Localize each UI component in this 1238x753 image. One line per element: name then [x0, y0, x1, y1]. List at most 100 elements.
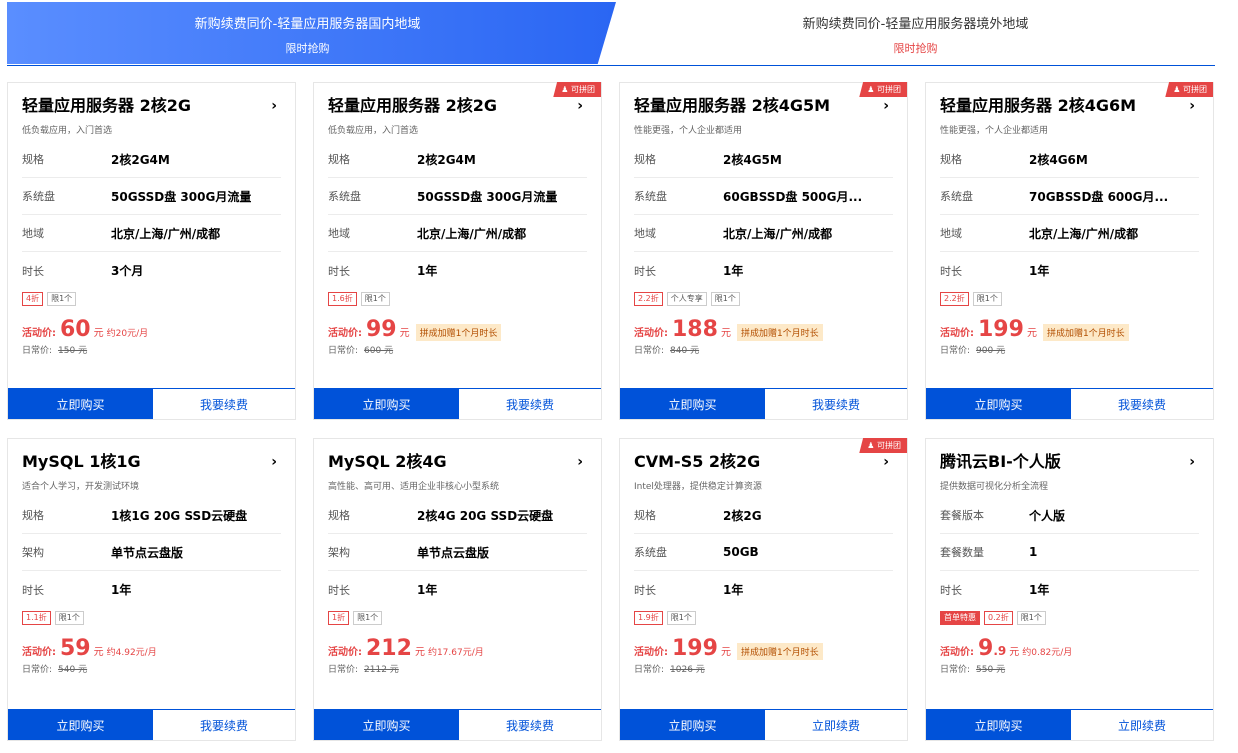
spec-row: 规格 1核1G 20G SSD云硬盘	[22, 497, 281, 534]
card-description: 低负载应用，入门首选	[328, 126, 419, 136]
regular-price-value: 550 元	[976, 665, 1006, 675]
chevron-right-icon[interactable]: ›	[577, 454, 583, 470]
card-header[interactable]: ♟ 可拼团 CVM-S5 2核2G › Intel处理器，提供稳定计算资源	[620, 438, 907, 497]
discount-tag: 1.9折	[634, 611, 663, 625]
card-header[interactable]: ♟ 可拼团 轻量应用服务器 2核4G5M › 性能更强，个人企业都适用	[620, 82, 907, 141]
spec-row: 规格 2核4G6M	[940, 141, 1199, 178]
action-bar: 立即购买 我要续费	[314, 388, 601, 419]
renew-button[interactable]: 立即续费	[765, 710, 907, 740]
renew-button[interactable]: 我要续费	[1071, 389, 1213, 419]
regular-price-value: 150 元	[58, 346, 88, 356]
chevron-right-icon[interactable]: ›	[577, 98, 583, 114]
spec-row: 时长 1年	[328, 252, 587, 289]
card-header[interactable]: ♟ 可拼团 轻量应用服务器 2核4G6M › 性能更强，个人企业都适用	[926, 82, 1213, 141]
discount-tag: 限1个	[353, 611, 383, 625]
action-bar: 立即购买 立即续费	[926, 709, 1213, 740]
buy-now-button[interactable]: 立即购买	[926, 710, 1071, 740]
chevron-right-icon[interactable]: ›	[883, 454, 889, 470]
discount-tag: 限1个	[54, 611, 84, 625]
buy-now-button[interactable]: 立即购买	[8, 710, 153, 740]
tag-list: 2.2折 个人专享 限1个	[634, 289, 893, 309]
group-buy-ribbon: ♟ 可拼团	[859, 438, 907, 453]
buy-now-button[interactable]: 立即购买	[620, 389, 765, 419]
spec-key: 时长	[634, 264, 656, 278]
discount-tag: 限1个	[710, 292, 740, 306]
renew-button[interactable]: 立即续费	[1071, 710, 1213, 740]
buy-now-button[interactable]: 立即购买	[314, 710, 459, 740]
spec-value: 北京/上海/广州/成都	[723, 226, 833, 241]
product-card: MySQL 2核4G › 高性能、高可用、适用企业非核心小型系统 规格 2核4G 2…	[313, 438, 602, 741]
card-description: 低负载应用，入门首选	[22, 126, 113, 136]
product-card: ♟ 可拼团 轻量应用服务器 2核4G5M › 性能更强，个人企业都适用 规格 2核4G…	[619, 82, 908, 420]
renew-button[interactable]: 我要续费	[459, 389, 601, 419]
spec-key: 套餐版本	[940, 509, 984, 522]
spec-value: 1年	[417, 264, 438, 278]
tag-list: 1.1折 限1个	[22, 608, 281, 628]
regular-price-value: 2112 元	[364, 665, 399, 675]
buy-now-button[interactable]: 立即购买	[8, 389, 153, 419]
spec-key: 系统盘	[22, 190, 55, 203]
spec-row: 地域 北京/上海/广州/成都	[328, 215, 587, 252]
tab-domestic[interactable]: 新购续费同价-轻量应用服务器国内地域 限时抢购	[7, 2, 616, 64]
regular-price: 日常价: 550 元	[940, 665, 1006, 675]
card-header[interactable]: MySQL 1核1G › 适合个人学习，开发测试环境	[8, 439, 295, 497]
tab-overseas[interactable]: 新购续费同价-轻量应用服务器境外地域 限时抢购	[616, 2, 1215, 64]
monthly-price: 约17.67元/月	[427, 648, 484, 658]
regular-price-value: 540 元	[58, 665, 88, 675]
regular-price: 日常价: 900 元	[940, 346, 1006, 356]
regular-price-value: 900 元	[976, 346, 1006, 356]
spec-key: 规格	[634, 509, 656, 522]
spec-key: 时长	[22, 264, 44, 278]
spec-value: 单节点云盘版	[417, 545, 490, 560]
spec-key: 地域	[22, 227, 44, 240]
activity-price: 活动价: 60 元约20元/月	[22, 317, 281, 342]
buy-now-button[interactable]: 立即购买	[620, 710, 765, 740]
spec-row: 规格 2核2G4M	[22, 141, 281, 178]
price-value: 212	[366, 636, 412, 661]
activity-price: 活动价: 9.9 元约0.82元/月	[940, 636, 1199, 661]
price-unit: 元	[720, 328, 731, 339]
buy-now-button[interactable]: 立即购买	[926, 389, 1071, 419]
activity-price: 活动价: 199 元拼成加赠1个月时长	[634, 636, 893, 661]
card-header[interactable]: MySQL 2核4G › 高性能、高可用、适用企业非核心小型系统	[314, 439, 601, 497]
monthly-price: 约0.82元/月	[1022, 648, 1073, 658]
spec-value: 60GBSSD盘 500G月...	[723, 189, 863, 204]
renew-button[interactable]: 我要续费	[459, 710, 601, 740]
spec-row: 系统盘 50GSSD盘 300G月流量	[328, 178, 587, 215]
chevron-right-icon[interactable]: ›	[271, 98, 277, 114]
product-card: MySQL 1核1G › 适合个人学习，开发测试环境 规格 1核1G 20G SSD…	[7, 438, 296, 741]
spec-row: 地域 北京/上海/广州/成都	[940, 215, 1199, 252]
discount-tag: 限1个	[972, 292, 1002, 306]
discount-tag: 4折	[22, 292, 44, 306]
card-title: 轻量应用服务器 2核4G6M	[940, 96, 1137, 115]
renew-button[interactable]: 我要续费	[153, 389, 295, 419]
renew-button[interactable]: 我要续费	[765, 389, 907, 419]
buy-now-button[interactable]: 立即购买	[314, 389, 459, 419]
renew-button[interactable]: 我要续费	[153, 710, 295, 740]
discount-tag: 首单特惠	[940, 611, 980, 625]
card-header[interactable]: 轻量应用服务器 2核2G › 低负载应用，入门首选	[8, 83, 295, 141]
chevron-right-icon[interactable]: ›	[883, 98, 889, 114]
chevron-right-icon[interactable]: ›	[1189, 98, 1195, 114]
price-unit: 元	[399, 328, 410, 339]
spec-row: 套餐版本 个人版	[940, 497, 1199, 534]
promo-badge: 拼成加赠1个月时长	[1042, 324, 1129, 341]
spec-value: 1年	[1029, 583, 1050, 597]
price-label: 活动价:	[634, 328, 668, 339]
spec-value: 北京/上海/广州/成都	[1029, 226, 1139, 241]
spec-value: 1年	[723, 583, 744, 597]
price-unit: 元	[720, 647, 731, 658]
chevron-right-icon[interactable]: ›	[1189, 454, 1195, 470]
spec-value: 1	[1029, 545, 1038, 559]
chevron-right-icon[interactable]: ›	[271, 454, 277, 470]
price-label: 活动价:	[328, 647, 362, 658]
price-label: 活动价:	[940, 328, 974, 339]
action-bar: 立即购买 我要续费	[8, 709, 295, 740]
price-label: 活动价:	[328, 328, 362, 339]
card-header[interactable]: ♟ 可拼团 轻量应用服务器 2核2G › 低负载应用，入门首选	[314, 82, 601, 141]
card-header[interactable]: 腾讯云BI-个人版 › 提供数据可视化分析全流程	[926, 439, 1213, 497]
spec-key: 时长	[940, 583, 962, 597]
spec-value: 1年	[111, 583, 132, 597]
region-tabs: 新购续费同价-轻量应用服务器国内地域 限时抢购 新购续费同价-轻量应用服务器境外…	[7, 2, 1215, 66]
card-title: 轻量应用服务器 2核2G	[328, 96, 497, 115]
